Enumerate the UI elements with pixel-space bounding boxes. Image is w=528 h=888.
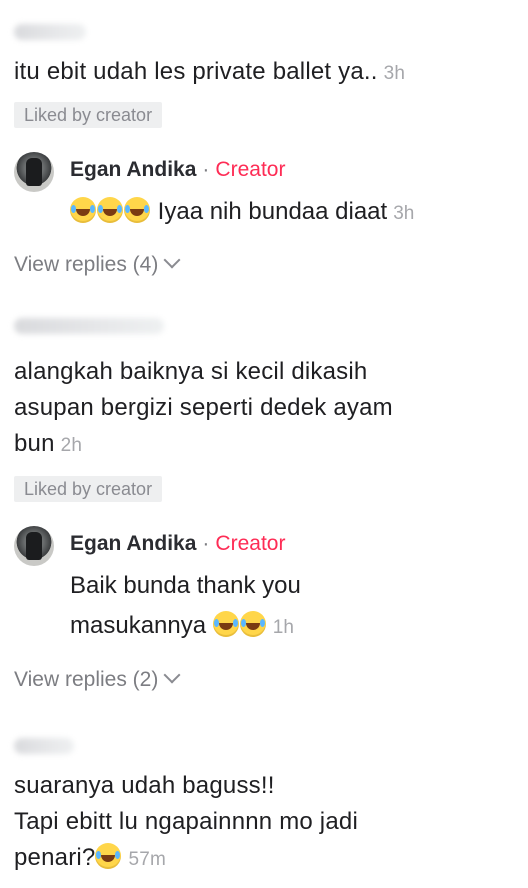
face-with-tears-of-joy-icon [97, 197, 123, 223]
view-replies-button[interactable]: View replies (2) [14, 665, 181, 695]
separator-dot: · [202, 158, 210, 181]
comment-line: bun [14, 430, 55, 457]
comment-text: alangkah baiknya si kecil dikasih asupan… [14, 354, 518, 464]
face-with-tears-of-joy-icon [239, 611, 266, 637]
face-with-tears-of-joy-icon [124, 197, 150, 223]
creator-avatar[interactable] [14, 152, 54, 192]
comment-time: 2h [60, 435, 83, 456]
reply-header: Egan Andika · Creator [70, 529, 285, 559]
reply-time: 1h [272, 617, 294, 638]
reply-author-name[interactable]: Egan Andika [70, 158, 196, 181]
comment-line: alangkah baiknya si kecil dikasih [14, 358, 368, 385]
creator-badge: Creator [215, 158, 286, 181]
face-with-tears-of-joy-icon [70, 197, 96, 223]
reply-text: Iyaa nih bundaa diaat 3h [70, 192, 518, 234]
creator-badge: Creator [215, 532, 286, 555]
view-replies-label: View replies (4) [14, 253, 159, 276]
view-replies-label: View replies (2) [14, 668, 159, 691]
comment-text: itu ebit udah les private ballet ya.. 3h [14, 54, 518, 92]
comment-line: Tapi ebitt lu ngapainnnn mo jadi [14, 808, 358, 835]
username-blurred[interactable] [14, 24, 86, 40]
creator-avatar[interactable] [14, 526, 54, 566]
username-blurred[interactable] [14, 738, 74, 754]
comment-text: suaranya udah baguss!! Tapi ebitt lu nga… [14, 768, 518, 878]
reply-body: Iyaa nih bundaa diaat [157, 198, 388, 225]
reply-text: Baik bunda thank you masukannya 1h [70, 566, 518, 648]
separator-dot: · [202, 532, 210, 555]
reply-author-name[interactable]: Egan Andika [70, 532, 196, 555]
face-with-tears-of-joy-icon [212, 611, 239, 637]
comment-body: itu ebit udah les private ballet ya.. [14, 58, 378, 85]
comment-line: suaranya udah baguss!! [14, 772, 275, 799]
comment-line: asupan bergizi seperti dedek ayam [14, 394, 393, 421]
view-replies-button[interactable]: View replies (4) [14, 250, 181, 280]
reply-line: masukannya [70, 612, 207, 639]
reply-line: Baik bunda thank you [70, 572, 301, 599]
face-with-tears-of-joy-icon [95, 843, 122, 869]
reply-header: Egan Andika · Creator [70, 155, 285, 185]
liked-by-creator-badge: Liked by creator [14, 476, 163, 502]
comment-time: 57m [128, 849, 167, 870]
comment-line: penari? [14, 844, 96, 871]
liked-by-creator-badge: Liked by creator [14, 102, 163, 128]
chevron-down-icon [163, 666, 181, 684]
chevron-down-icon [163, 251, 181, 269]
username-blurred[interactable] [14, 318, 164, 334]
reply-time: 3h [393, 203, 415, 224]
comment-time: 3h [383, 63, 406, 84]
